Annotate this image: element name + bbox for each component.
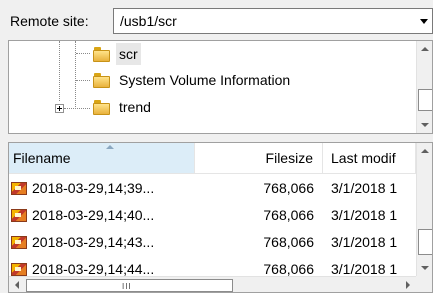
- column-header-last-modified[interactable]: Last modif: [323, 143, 416, 174]
- scroll-down-arrow-icon[interactable]: [417, 259, 432, 276]
- tree-vertical-scrollbar[interactable]: [416, 41, 432, 133]
- file-size: 768,066: [263, 180, 314, 196]
- scrollbar-thumb[interactable]: [418, 229, 432, 255]
- scroll-down-arrow-icon[interactable]: [417, 116, 432, 133]
- folder-icon: [93, 100, 111, 115]
- scroll-up-arrow-icon[interactable]: [417, 41, 432, 58]
- tree-item-scr[interactable]: scr: [93, 43, 393, 67]
- tree-item-label[interactable]: System Volume Information: [116, 69, 293, 91]
- tree-item-trend[interactable]: trend: [93, 96, 393, 120]
- scrollbar-thumb[interactable]: III: [26, 279, 233, 292]
- folder-icon: [93, 73, 111, 88]
- file-name[interactable]: 2018-03-29,14;40...: [32, 202, 154, 229]
- file-list-vertical-scrollbar[interactable]: [416, 143, 432, 276]
- file-size: 768,066: [263, 234, 314, 250]
- file-size: 768,066: [263, 207, 314, 223]
- file-last-modified: 3/1/2018 1: [331, 207, 398, 223]
- expand-plus-icon[interactable]: [55, 104, 64, 113]
- tree-connector-line: [59, 41, 60, 101]
- folder-icon: [93, 47, 111, 62]
- column-header-filesize[interactable]: Filesize: [195, 143, 323, 174]
- file-last-modified: 3/1/2018 1: [331, 234, 398, 250]
- remote-file-list[interactable]: Filename Filesize Last modif 2018-03-29,…: [8, 142, 433, 293]
- scrollbar-corner: [416, 276, 432, 292]
- remote-directory-tree[interactable]: scr System Volume Information trend: [8, 40, 433, 134]
- scrollbar-grip: III: [122, 282, 132, 291]
- column-header-label: Last modif: [331, 150, 396, 166]
- scroll-up-arrow-icon[interactable]: [417, 143, 432, 160]
- tree-connector-line: [76, 80, 90, 81]
- image-file-icon: [11, 209, 27, 222]
- chevron-down-icon[interactable]: [420, 19, 428, 24]
- sort-ascending-icon: [106, 145, 114, 149]
- column-header-label: Filename: [13, 150, 71, 166]
- tree-connector-line: [76, 53, 90, 54]
- tree-item-system-volume-information[interactable]: System Volume Information: [93, 69, 393, 93]
- remote-site-path-value[interactable]: /usb1/scr: [120, 12, 177, 30]
- tree-item-label[interactable]: scr: [116, 43, 141, 65]
- file-last-modified: 3/1/2018 1: [331, 180, 398, 196]
- scroll-right-arrow-icon[interactable]: [399, 277, 416, 292]
- column-header-label: Filesize: [265, 150, 313, 166]
- file-row[interactable]: 2018-03-29,14;40... 768,066 3/1/2018 1: [9, 202, 416, 229]
- column-header-filename[interactable]: Filename: [9, 143, 195, 174]
- file-list-horizontal-scrollbar[interactable]: III: [9, 276, 416, 292]
- scroll-left-arrow-icon[interactable]: [9, 277, 26, 292]
- remote-site-path-combobox[interactable]: /usb1/scr: [113, 8, 433, 34]
- file-name[interactable]: 2018-03-29,14;39...: [32, 175, 154, 202]
- remote-site-bar: Remote site: /usb1/scr: [0, 0, 433, 40]
- image-file-icon: [11, 236, 27, 249]
- tree-connector-line: [64, 108, 90, 109]
- image-file-icon: [11, 263, 27, 276]
- file-row[interactable]: 2018-03-29,14;39... 768,066 3/1/2018 1: [9, 175, 416, 202]
- tree-item-label[interactable]: trend: [116, 96, 154, 118]
- remote-site-label: Remote site:: [10, 13, 89, 29]
- file-row[interactable]: 2018-03-29,14;43... 768,066 3/1/2018 1: [9, 229, 416, 256]
- file-name[interactable]: 2018-03-29,14;43...: [32, 229, 154, 256]
- tree-connector-line: [75, 41, 76, 109]
- scrollbar-thumb[interactable]: [418, 89, 432, 111]
- image-file-icon: [11, 182, 27, 195]
